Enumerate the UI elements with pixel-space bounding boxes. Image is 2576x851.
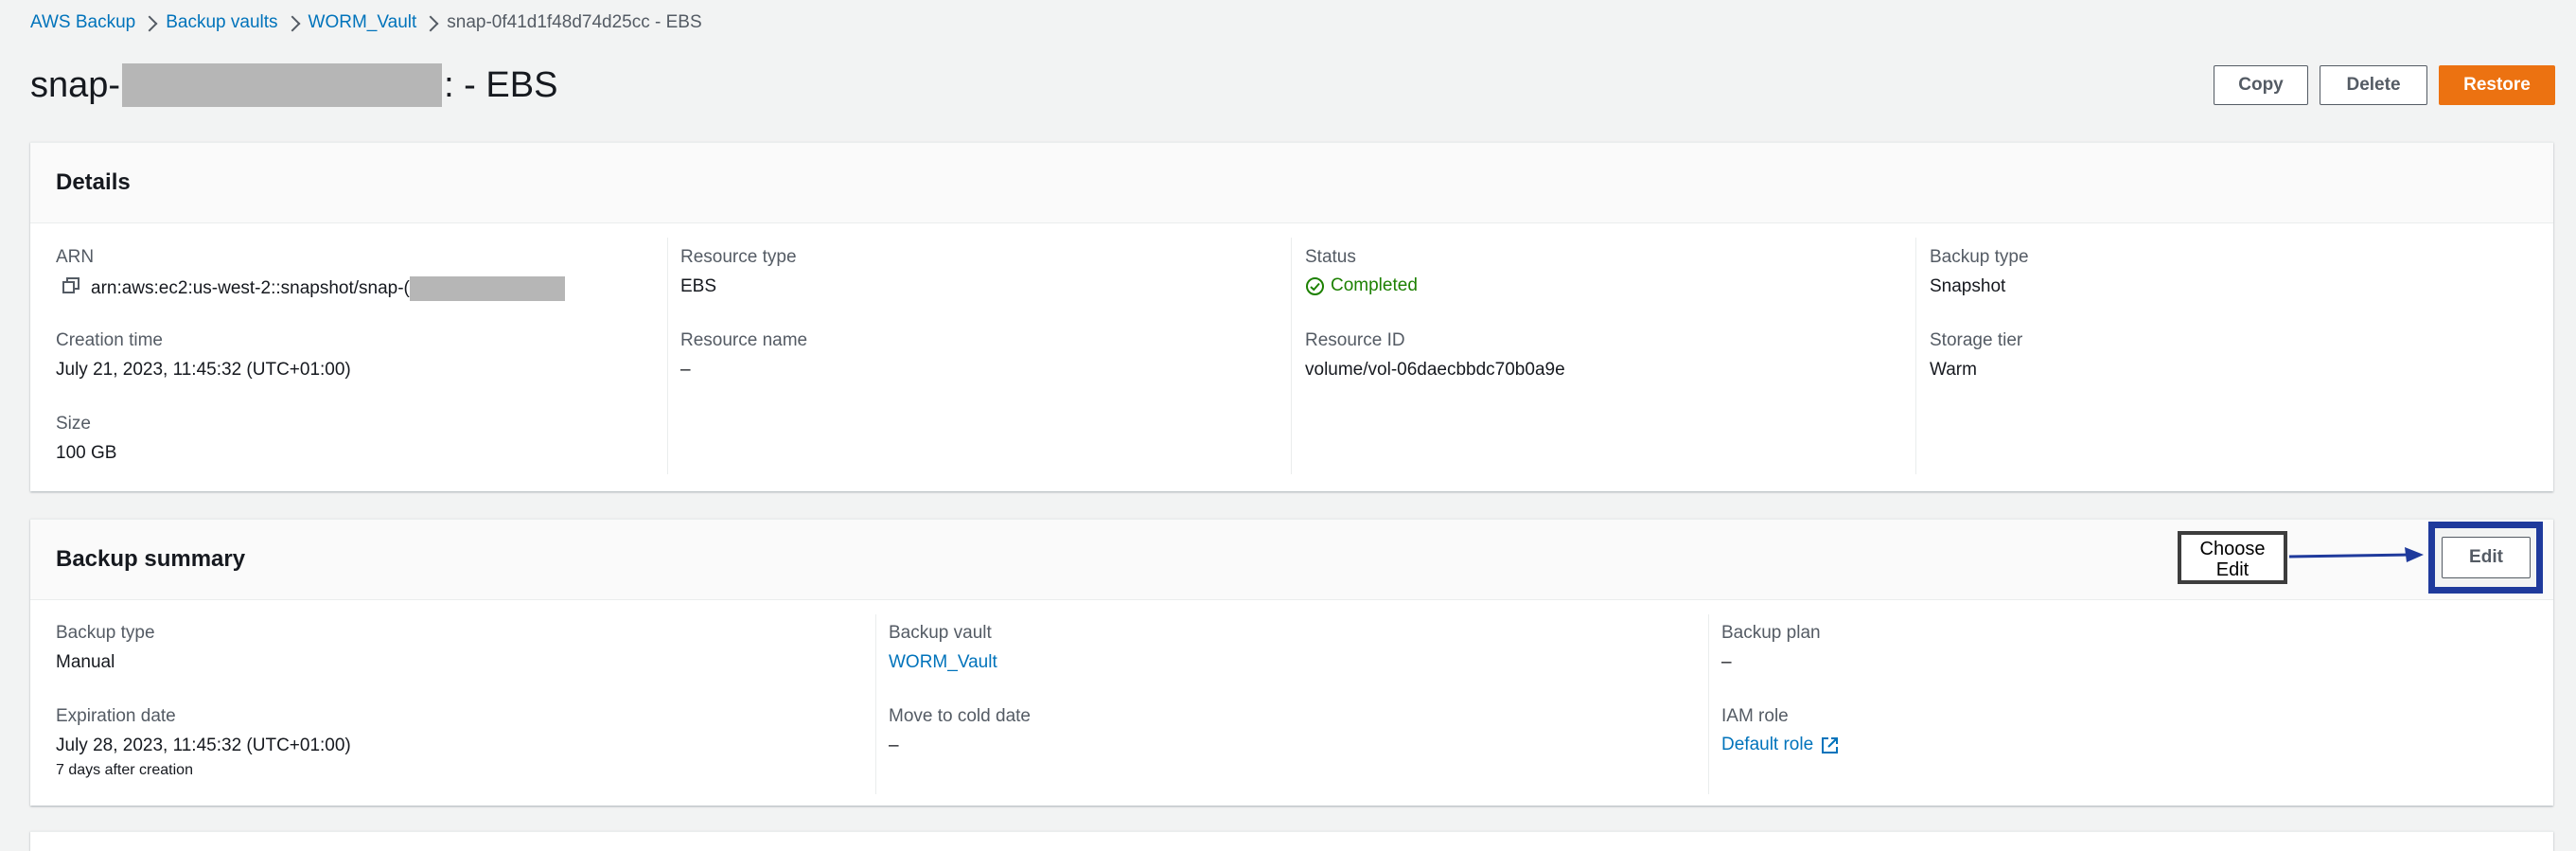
- edit-button[interactable]: Edit: [2442, 537, 2531, 578]
- expiration-date-label: Expiration date: [56, 706, 176, 726]
- backup-summary-panel: Backup summary Backup type Manual Expira…: [30, 519, 2553, 806]
- size-value: 100 GB: [56, 443, 117, 463]
- summary-backup-type-value: Manual: [56, 652, 115, 672]
- column-divider: [1291, 238, 1292, 474]
- expiration-date-value: July 28, 2023, 11:45:32 (UTC+01:00): [56, 736, 351, 755]
- cold-date-value: –: [889, 736, 899, 755]
- restore-button[interactable]: Restore: [2439, 65, 2555, 105]
- column-divider: [875, 614, 876, 794]
- breadcrumb: AWS Backup Backup vaults WORM_Vault snap…: [30, 9, 702, 36]
- details-header: Details: [30, 143, 2553, 223]
- page-title: snap- : - EBS: [30, 59, 557, 112]
- redacted-block: [122, 63, 443, 107]
- resource-id-value: volume/vol-06daecbbdc70b0a9e: [1305, 360, 1565, 380]
- status-value: Completed: [1305, 275, 1418, 296]
- backup-vault-label: Backup vault: [889, 623, 992, 643]
- iam-role-label: IAM role: [1721, 706, 1789, 726]
- storage-tier-value: Warm: [1930, 360, 1977, 380]
- annotation-callout: Choose Edit: [2178, 531, 2287, 584]
- backup-summary-heading: Backup summary: [56, 546, 246, 572]
- status-label: Status: [1305, 247, 1356, 267]
- column-divider: [1708, 614, 1709, 794]
- backup-summary-header: Backup summary: [30, 520, 2553, 600]
- resource-type-label: Resource type: [680, 247, 797, 267]
- breadcrumb-aws-backup[interactable]: AWS Backup: [30, 12, 135, 33]
- column-divider: [667, 238, 668, 474]
- creation-time-label: Creation time: [56, 330, 163, 350]
- chevron-right-icon: [278, 9, 309, 36]
- check-circle-icon: [1306, 276, 1324, 295]
- breadcrumb-current: snap-0f41d1f48d74d25cc - EBS: [447, 12, 702, 32]
- annotation-line-2: Edit: [2215, 559, 2250, 580]
- creation-time-value: July 21, 2023, 11:45:32 (UTC+01:00): [56, 360, 351, 380]
- resource-name-value: –: [680, 360, 691, 380]
- status-text: Completed: [1331, 275, 1418, 295]
- chevron-right-icon: [416, 9, 447, 36]
- backup-vault-link[interactable]: WORM_Vault: [889, 652, 997, 673]
- iam-role-link[interactable]: Default role: [1721, 735, 1839, 755]
- resource-name-label: Resource name: [680, 330, 808, 350]
- redacted-block: [409, 276, 565, 301]
- size-label: Size: [56, 414, 91, 434]
- details-heading: Details: [56, 169, 131, 195]
- backup-type-label: Backup type: [1930, 247, 2029, 267]
- annotation-arrow: [2288, 547, 2424, 562]
- iam-role-text: Default role: [1721, 735, 1814, 754]
- title-suffix: : - EBS: [444, 64, 558, 105]
- backup-plan-value: –: [1721, 652, 1732, 672]
- breadcrumb-vault[interactable]: WORM_Vault: [309, 12, 417, 33]
- annotation-line-1: Choose: [2199, 539, 2266, 559]
- breadcrumb-backup-vaults[interactable]: Backup vaults: [166, 12, 277, 33]
- expiration-date-note: 7 days after creation: [56, 762, 193, 778]
- external-link-icon: [1822, 736, 1839, 753]
- copy-button[interactable]: Copy: [2214, 65, 2308, 105]
- backup-type-value: Snapshot: [1930, 276, 2006, 296]
- backup-plan-label: Backup plan: [1721, 623, 1821, 643]
- next-panel: [30, 831, 2553, 851]
- storage-tier-label: Storage tier: [1930, 330, 2023, 350]
- resource-type-value: EBS: [680, 276, 717, 296]
- arn-text: arn:aws:ec2:us-west-2::snapshot/snap-(: [91, 278, 410, 298]
- copy-icon[interactable]: [62, 277, 79, 294]
- chevron-right-icon: [135, 9, 166, 36]
- details-panel: Details ARN arn:aws:ec2:us-west-2::snaps…: [30, 142, 2553, 491]
- column-divider: [1915, 238, 1916, 474]
- title-prefix: snap-: [30, 64, 121, 105]
- summary-backup-type-label: Backup type: [56, 623, 155, 643]
- delete-button[interactable]: Delete: [2320, 65, 2427, 105]
- cold-date-label: Move to cold date: [889, 706, 1031, 726]
- arn-label: ARN: [56, 247, 95, 267]
- resource-id-label: Resource ID: [1305, 330, 1405, 350]
- arn-value: arn:aws:ec2:us-west-2::snapshot/snap-(: [91, 276, 565, 301]
